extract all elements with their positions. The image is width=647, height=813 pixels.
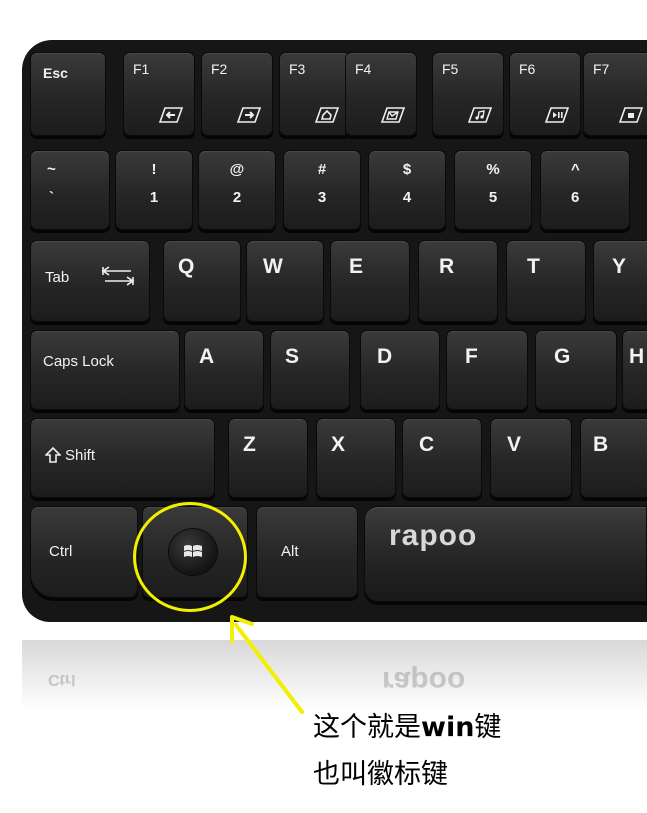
callout-arrow xyxy=(230,615,304,714)
callout-line-1-win: win xyxy=(421,712,475,743)
callout-line-2-text: 也叫徽标键 xyxy=(313,759,448,790)
callout-line-1-prefix: 这个就是 xyxy=(313,712,421,743)
callout-line-1-suffix: 键 xyxy=(474,712,502,743)
callout-line-2: 也叫徽标键 xyxy=(313,752,448,791)
callout-line-1: 这个就是win键 xyxy=(313,705,501,744)
